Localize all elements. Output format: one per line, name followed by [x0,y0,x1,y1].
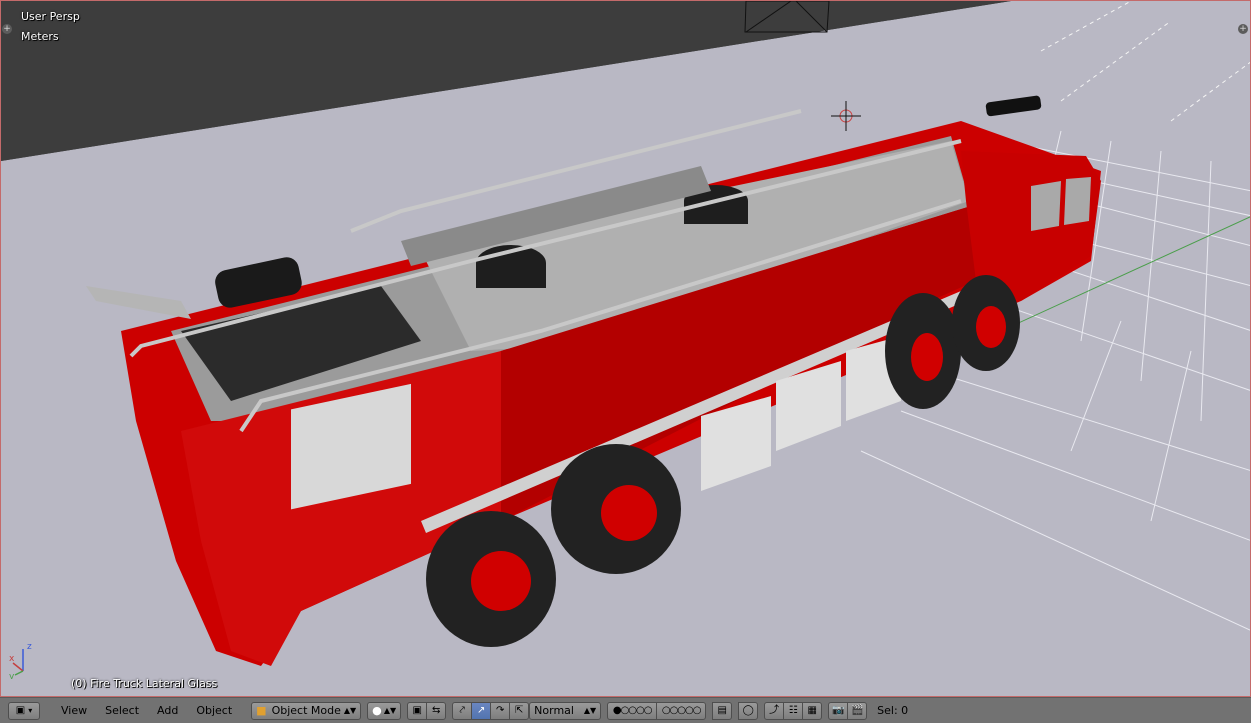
mode-label: Object Mode [271,704,341,717]
layers-bottom-row[interactable]: ○○○○○ [656,701,707,720]
wheel-rear-1 [426,511,556,647]
menu-object[interactable]: Object [187,704,241,717]
world-background [1,1,1011,161]
area-split-widget-icon[interactable]: + [2,24,12,34]
wheel-rear-2 [551,444,681,574]
orientation-label: Normal [534,704,574,717]
snap-element-icon: ☷ [788,704,798,716]
render-animation-icon: 🎬 [850,704,864,716]
layers-top-row[interactable]: ●○○○○ [607,701,658,720]
chevron-icon: ▲▼ [583,706,597,715]
render-button[interactable]: 📷 [828,701,849,720]
menu-add[interactable]: Add [148,704,187,717]
manipulator-toggle-icon: ⤤ [459,704,465,716]
manipulator-toggle-button[interactable]: ⤤ [452,701,473,720]
object-mode-icon: ■ [256,704,267,717]
translate-button[interactable]: ↗ [471,701,492,720]
render-icon: 📷 [831,704,845,716]
fire-truck-model[interactable] [86,95,1101,666]
proportional-edit-button[interactable]: ◯ [738,701,759,720]
scale-icon: ⇱ [514,704,524,716]
selection-status: Sel: 0 [877,704,909,717]
axis-x-label: x [9,654,15,664]
transform-orientation-dropdown[interactable]: Normal ▲▼ [529,701,602,720]
snap-icon: ⤴ [769,704,780,716]
rotate-icon: ↷ [495,704,505,716]
mode-dropdown[interactable]: ■ Object Mode ▲▼ [251,701,362,720]
menu-view[interactable]: View [52,704,96,717]
proportional-edit-icon: ◯ [742,704,754,716]
lock-camera-button[interactable]: ▤ [712,701,733,720]
viewport-shading-dropdown[interactable]: ● ▲▼ [367,701,402,720]
scale-button[interactable]: ⇱ [509,701,530,720]
pivot-point-button[interactable]: ▣ [407,701,428,720]
chevron-icon: ▲▼ [383,706,397,715]
translate-icon: ↗ [476,704,486,716]
pivot-only-icon: ⇆ [431,704,441,716]
layers-icon: ○○○○○ [661,705,702,716]
lock-camera-icon: ▤ [717,704,727,716]
menu-select[interactable]: Select [96,704,148,717]
snap-target-button[interactable]: ▦ [802,701,823,720]
view-name-label: User Persp [21,10,80,23]
active-object-label: (0) Fire Truck Lateral Glass [71,677,218,690]
solid-shading-icon: ● [372,704,382,717]
area-split-widget-icon[interactable]: + [1238,24,1248,34]
chevron-icon: ▲▼ [343,706,357,715]
viewport-header: ▣ ▾ View Select Add Object ■ Object Mode … [0,697,1251,723]
viewport-scene[interactable] [1,1,1251,697]
wheel-front-1 [885,293,961,409]
axis-y-label: y [9,672,15,679]
3d-viewport[interactable]: User Persp Meters (0) Fire Truck Lateral… [0,0,1251,697]
editor-type-button[interactable]: ▣ ▾ [8,701,40,720]
snap-target-icon: ▦ [807,704,817,716]
pivot-point-icon: ▣ [412,704,422,716]
snap-toggle-button[interactable]: ⤴ [764,701,785,720]
pivot-only-button[interactable]: ⇆ [426,701,447,720]
layers-icon: ●○○○○ [612,705,653,716]
units-label: Meters [21,30,59,43]
render-animation-button[interactable]: 🎬 [847,701,868,720]
axis-gizmo: z x y [9,642,32,679]
3d-viewport-icon: ▣ [15,704,26,716]
snap-element-button[interactable]: ☷ [783,701,804,720]
axis-z-label: z [27,642,32,652]
wheel-front-2 [952,275,1020,371]
rotate-button[interactable]: ↷ [490,701,511,720]
